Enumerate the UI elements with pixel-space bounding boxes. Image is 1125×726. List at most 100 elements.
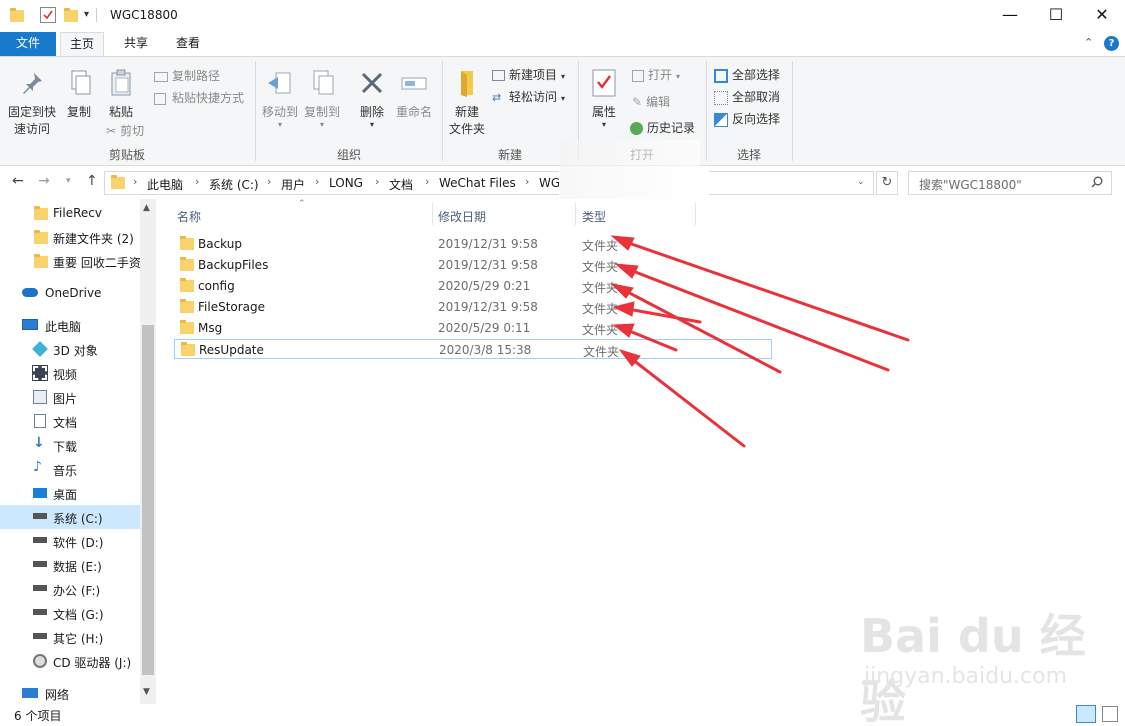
column-header-name[interactable]: 名称 <box>177 208 201 225</box>
properties-icon <box>588 67 620 99</box>
table-row[interactable]: Msg 2020/5/29 0:11 文件夹 <box>174 318 772 338</box>
address-bar[interactable]: › 此电脑 › 系统 (C:) › 用户 › LONG › 文档 › WeCha… <box>104 166 874 202</box>
sidebar-item-music[interactable]: ♪ 音乐 <box>0 457 140 481</box>
sidebar-item-software-d[interactable]: 软件 (D:) <box>0 529 140 553</box>
chevron-right-icon[interactable]: › <box>267 175 271 188</box>
move-to-button[interactable]: 移动到 ▾ <box>260 67 300 129</box>
scroll-down-icon[interactable]: ▼ <box>143 687 150 697</box>
invert-selection-button[interactable]: 反向选择 <box>714 110 780 127</box>
crumb-long[interactable]: LONG <box>329 176 363 190</box>
delete-button[interactable]: 删除 ▾ <box>354 67 390 129</box>
scroll-up-icon[interactable]: ▲ <box>143 203 150 213</box>
column-header-modified[interactable]: 修改日期 <box>438 208 486 225</box>
paste-shortcut-button[interactable]: 粘贴快捷方式 <box>154 89 244 106</box>
new-item-button[interactable]: 新建项目 ▾ <box>492 66 565 83</box>
tab-view[interactable]: 查看 <box>166 32 210 56</box>
crumb-wgc[interactable]: WG <box>539 176 560 190</box>
new-folder-button[interactable]: 新建 文件夹 <box>446 67 488 137</box>
open-button[interactable]: 打开 ▾ <box>632 66 680 83</box>
search-input[interactable]: 搜索"WGC18800" <box>919 176 1022 193</box>
sidebar-item-new-folder-2[interactable]: 新建文件夹 (2) <box>0 225 140 249</box>
sidebar-scrollbar[interactable]: ▲ ▼ <box>140 199 156 704</box>
sidebar-item-desktop[interactable]: 桌面 <box>0 481 140 505</box>
tab-share[interactable]: 共享 <box>114 32 158 56</box>
sidebar-item-documents-g[interactable]: 文档 (G:) <box>0 601 140 625</box>
maximize-button[interactable]: ☐ <box>1033 0 1079 32</box>
crumb-system-c[interactable]: 系统 (C:) <box>209 176 259 193</box>
rename-button[interactable]: 重命名 <box>394 67 434 120</box>
history-button[interactable]: 历史记录 <box>630 119 695 136</box>
sidebar-item-filerecv[interactable]: FileRecv <box>0 201 140 225</box>
pin-quick-access-button[interactable]: 固定到快 速访问 <box>6 67 58 137</box>
select-all-button[interactable]: 全部选择 <box>714 66 780 83</box>
tab-file[interactable]: 文件 <box>0 32 56 56</box>
properties-quick-icon[interactable] <box>40 7 56 23</box>
divider <box>96 8 97 22</box>
crumb-documents[interactable]: 文档 <box>389 176 413 193</box>
sidebar-item-data-e[interactable]: 数据 (E:) <box>0 553 140 577</box>
computer-icon <box>22 319 38 330</box>
cut-button[interactable]: ✂ 剪切 <box>106 122 144 139</box>
sidebar-item-downloads[interactable]: ↓ 下载 <box>0 433 140 457</box>
dropdown-arrow-icon: ▾ <box>676 72 681 81</box>
help-icon[interactable]: ? <box>1104 36 1119 51</box>
minimize-button[interactable]: — <box>987 0 1033 32</box>
sidebar-item-other-h[interactable]: 其它 (H:) <box>0 625 140 649</box>
sidebar-item-label: 图片 <box>53 392 78 406</box>
table-row[interactable]: ResUpdate 2020/3/8 15:38 文件夹 <box>174 339 772 359</box>
easy-access-button[interactable]: ⇄ 轻松访问 ▾ <box>492 88 565 105</box>
sidebar-item-videos[interactable]: 视频 <box>0 361 140 385</box>
crumb-this-pc[interactable]: 此电脑 <box>147 176 183 193</box>
new-folder-quick-icon[interactable] <box>64 7 80 23</box>
file-type: 文件夹 <box>582 323 619 337</box>
sidebar-item-3d-objects[interactable]: 3D 对象 <box>0 337 140 361</box>
sidebar-item-documents[interactable]: 文档 <box>0 409 140 433</box>
copy-path-button[interactable]: 复制路径 <box>154 67 220 84</box>
navigation-pane: FileRecv 新建文件夹 (2) 重要 回收二手资 OneDrive 此电脑… <box>0 199 156 704</box>
crumb-wechat-files[interactable]: WeChat Files <box>439 176 516 190</box>
copy-button[interactable]: 复制 <box>60 67 98 120</box>
refresh-button[interactable]: ↻ <box>876 171 898 195</box>
sidebar-item-office-f[interactable]: 办公 (F:) <box>0 577 140 601</box>
close-button[interactable]: ✕ <box>1079 0 1125 32</box>
chevron-right-icon[interactable]: › <box>525 175 529 188</box>
paste-button[interactable]: 粘贴 <box>102 67 140 120</box>
column-divider[interactable] <box>575 203 576 225</box>
file-type: 文件夹 <box>582 239 619 253</box>
chevron-right-icon[interactable]: › <box>195 175 199 188</box>
table-row[interactable]: FileStorage 2019/12/31 9:58 文件夹 <box>174 297 772 317</box>
properties-button[interactable]: 属性 ▾ <box>586 67 622 129</box>
collapse-ribbon-icon[interactable]: ⌃ <box>1084 36 1093 49</box>
forward-arrow-icon[interactable]: → <box>38 173 50 189</box>
sidebar-item-system-c[interactable]: 系统 (C:) <box>0 505 140 529</box>
dropdown-arrow-icon: ▾ <box>277 120 282 129</box>
crumb-users[interactable]: 用户 <box>281 176 305 193</box>
column-divider[interactable] <box>432 203 433 225</box>
sidebar-item-cd-drive-j[interactable]: CD 驱动器 (J:) <box>0 649 140 673</box>
column-header-type[interactable]: 类型 <box>582 208 606 225</box>
sidebar-item-important[interactable]: 重要 回收二手资 <box>0 249 141 273</box>
sidebar-item-network[interactable]: 网络 <box>0 681 140 705</box>
column-divider[interactable] <box>695 203 696 225</box>
sidebar-item-this-pc[interactable]: 此电脑 <box>0 313 140 337</box>
table-row[interactable]: config 2020/5/29 0:21 文件夹 <box>174 276 772 296</box>
tab-home[interactable]: 主页 <box>60 32 104 56</box>
table-row[interactable]: Backup 2019/12/31 9:58 文件夹 <box>174 234 772 254</box>
select-none-button[interactable]: 全部取消 <box>714 88 780 105</box>
chevron-down-icon[interactable]: ⌄ <box>857 177 865 187</box>
sidebar-item-pictures[interactable]: 图片 <box>0 385 140 409</box>
chevron-right-icon[interactable]: › <box>133 175 137 188</box>
up-arrow-icon[interactable]: ↑ <box>86 173 98 189</box>
edit-button[interactable]: ✎ 编辑 <box>632 93 670 110</box>
recent-locations-icon[interactable]: ▾ <box>66 176 71 186</box>
chevron-right-icon[interactable]: › <box>425 175 429 188</box>
search-box[interactable]: 搜索"WGC18800" <box>908 171 1112 195</box>
sidebar-item-onedrive[interactable]: OneDrive <box>0 281 140 305</box>
chevron-right-icon[interactable]: › <box>315 175 319 188</box>
table-row[interactable]: BackupFiles 2019/12/31 9:58 文件夹 <box>174 255 772 275</box>
chevron-right-icon[interactable]: › <box>375 175 379 188</box>
back-arrow-icon[interactable]: ← <box>12 173 24 189</box>
customize-quick-access-icon[interactable]: ▾ <box>84 7 100 23</box>
scrollbar-thumb[interactable] <box>142 325 154 675</box>
copy-to-button[interactable]: 复制到 ▾ <box>302 67 342 129</box>
